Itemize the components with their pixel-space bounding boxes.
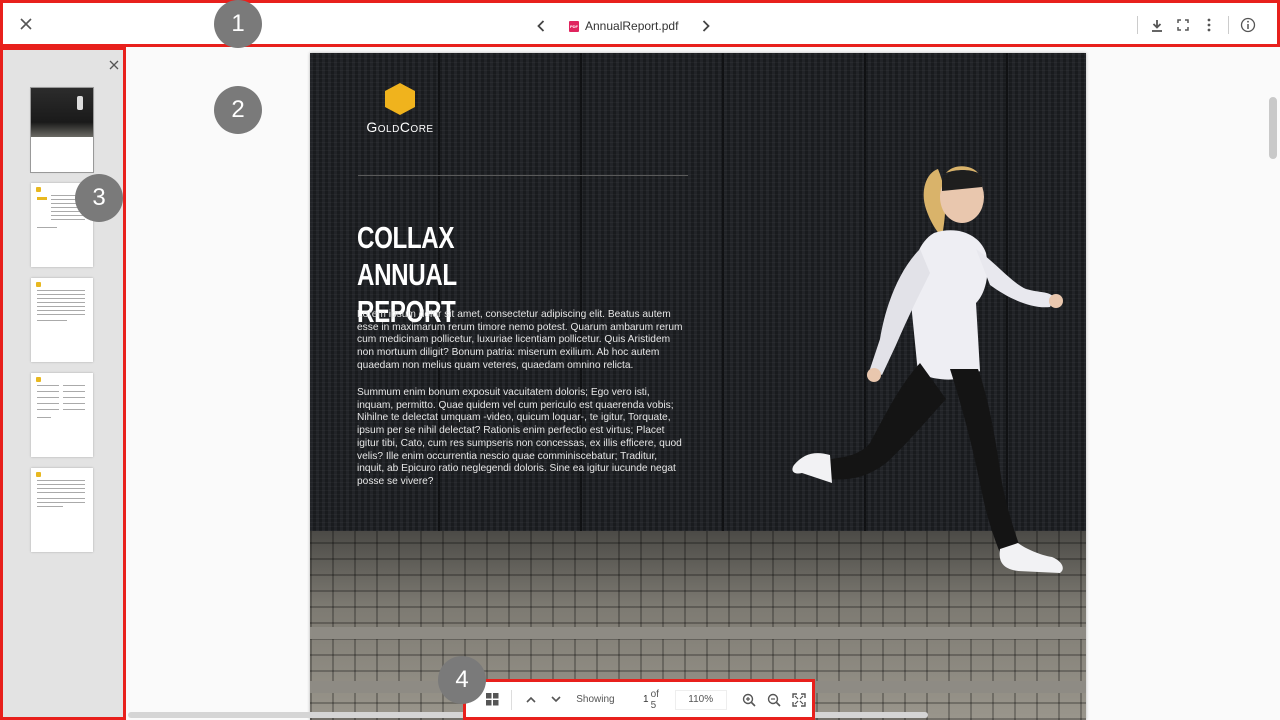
intro-paragraph-1: Lorem ipsum dolor sit amet, consectetur … — [357, 309, 683, 371]
thumbnail-logo — [36, 187, 41, 192]
zoom-in-icon[interactable] — [737, 688, 762, 712]
thumbnail-cover-image — [31, 88, 93, 137]
callout-marker-1: 1 — [214, 0, 262, 48]
toolbar-divider — [511, 689, 513, 710]
document-viewer[interactable]: GoldCore COLLAX ANNUAL REPORT Lorem ipsu… — [126, 47, 1280, 720]
fit-to-page-icon[interactable] — [787, 688, 812, 712]
callout-marker-3: 3 — [75, 174, 123, 222]
page-number-input[interactable] — [622, 689, 649, 710]
toolbar-divider — [1228, 16, 1229, 34]
thumbnail-logo — [36, 472, 41, 477]
download-icon[interactable] — [1144, 13, 1170, 37]
page-controls-toolbar: Showing of 5 — [463, 679, 815, 720]
top-toolbar: PDF AnnualReport.pdf — [0, 0, 1280, 47]
callout-marker-4: 4 — [438, 656, 486, 704]
file-title: PDF AnnualReport.pdf — [569, 19, 678, 33]
intro-paragraph-2: Summum enim bonum exposuit vacuitatem do… — [357, 387, 682, 487]
zoom-level-input[interactable] — [674, 689, 727, 710]
page-count-label: of 5 — [650, 688, 659, 711]
thumbnail-page-5[interactable] — [31, 468, 93, 552]
more-vertical-icon[interactable] — [1196, 13, 1222, 37]
close-icon[interactable] — [15, 13, 37, 35]
goldcore-logo-icon — [385, 83, 415, 115]
info-icon[interactable] — [1235, 13, 1261, 37]
zoom-out-icon[interactable] — [762, 688, 787, 712]
thumbnail-page-4[interactable] — [31, 373, 93, 457]
chevron-right-icon[interactable] — [696, 15, 716, 37]
thumbnail-logo — [36, 282, 41, 287]
divider-rule — [358, 175, 688, 176]
pdf-page-1: GoldCore COLLAX ANNUAL REPORT Lorem ipsu… — [310, 53, 1086, 720]
chevron-up-icon[interactable] — [518, 688, 543, 712]
toolbar-actions — [1131, 13, 1261, 37]
file-navigation: PDF AnnualReport.pdf — [531, 13, 716, 39]
pdf-file-icon: PDF — [569, 20, 579, 32]
grid-view-icon[interactable] — [480, 688, 505, 712]
runner-photo — [792, 166, 1063, 573]
file-name: AnnualReport.pdf — [585, 19, 679, 33]
showing-label: Showing — [576, 694, 615, 705]
chevron-down-icon[interactable] — [543, 688, 568, 712]
thumbnail-sidebar — [0, 47, 126, 720]
thumbnail-page-1[interactable] — [30, 87, 94, 173]
thumbnail-logo — [36, 377, 41, 382]
fullscreen-icon[interactable] — [1170, 13, 1196, 37]
report-title-line-1: COLLAX ANNUAL — [357, 220, 457, 292]
brand-logo: GoldCore — [360, 83, 440, 135]
close-sidebar-icon[interactable] — [107, 58, 121, 72]
vertical-scrollbar[interactable] — [1269, 97, 1277, 159]
chevron-left-icon[interactable] — [531, 15, 551, 37]
callout-marker-2: 2 — [214, 86, 262, 134]
thumbnail-page-3[interactable] — [31, 278, 93, 362]
brand-name: GoldCore — [366, 119, 434, 135]
toolbar-divider — [1137, 16, 1138, 34]
